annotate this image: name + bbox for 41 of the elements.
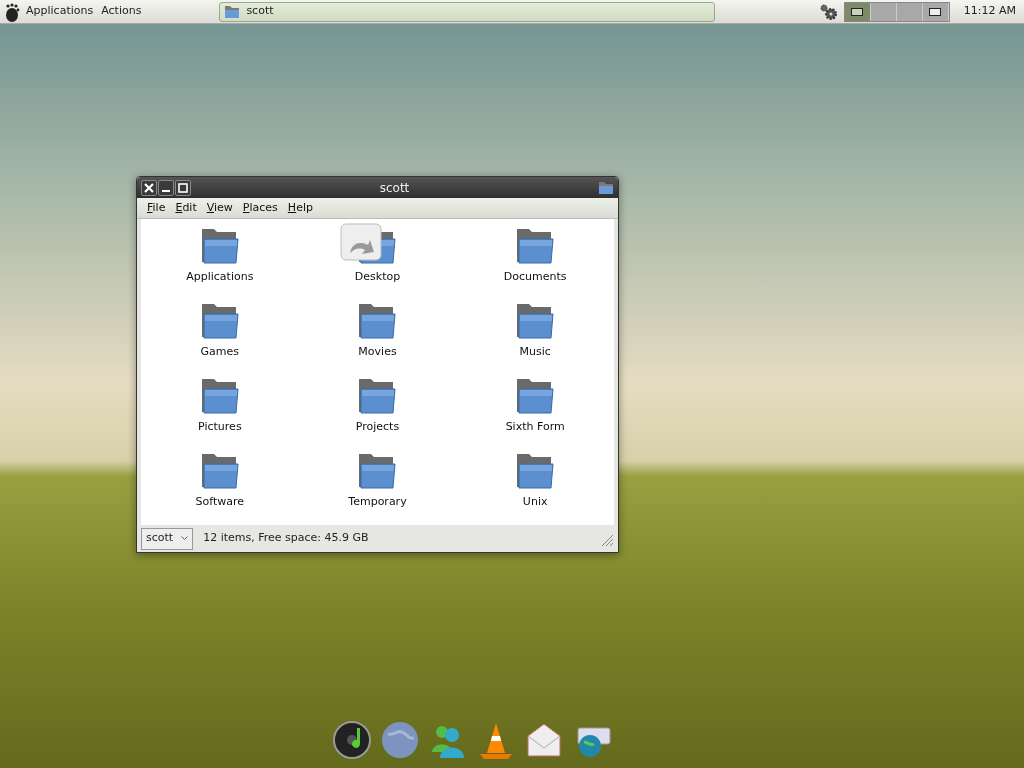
panel-menu[interactable]: Actions [97,3,146,20]
folder-label[interactable]: Pictures [198,419,242,436]
folder-label[interactable]: Desktop [354,269,401,286]
folder-label[interactable]: Games [200,344,240,361]
folder-label[interactable]: Temporary [348,494,407,511]
menu-item[interactable]: File [143,199,170,217]
workspace-button[interactable] [844,2,871,21]
panel-menu[interactable]: Applications [22,3,98,20]
folder-label[interactable]: Software [195,494,245,511]
folder-icon [598,179,614,196]
clock[interactable]: 11:12 AM [963,3,1016,20]
gears-icon [817,1,838,22]
folder-label[interactable]: Documents [503,269,567,286]
chevron-icon [181,536,189,542]
window-thumbnail [929,7,942,16]
folder-label[interactable]: Music [519,344,551,361]
menu-item[interactable]: Help [283,199,317,217]
close-button[interactable] [141,179,157,196]
window-thumbnail [851,7,864,16]
minimize-icon [162,189,170,192]
window-title: scott [378,179,411,197]
location-dropdown[interactable]: scott [141,527,194,550]
close-icon [144,182,154,193]
folder-label[interactable]: Applications [186,269,254,286]
music-player-icon[interactable] [332,720,372,760]
folder-label[interactable]: Sixth Form [505,419,565,436]
minimize-button[interactable] [158,179,174,196]
menu-item[interactable]: Places [238,199,282,217]
workspace-button[interactable] [922,2,949,21]
folder-label[interactable]: Projects [355,419,400,436]
status-text: 12 items, Free space: 45.9 GB [203,530,370,547]
folder-icon [224,3,241,20]
maximize-icon [178,182,188,193]
folder-label[interactable]: Unix [522,494,548,511]
taskbar-button[interactable]: scott [219,1,716,22]
menu-item[interactable]: View [202,199,237,217]
maximize-button[interactable] [175,179,191,196]
folder-label[interactable]: Movies [358,344,397,361]
menu-item[interactable]: Edit [171,199,201,217]
globe-icon[interactable] [380,720,420,760]
drag-cursor-icon [340,223,382,262]
